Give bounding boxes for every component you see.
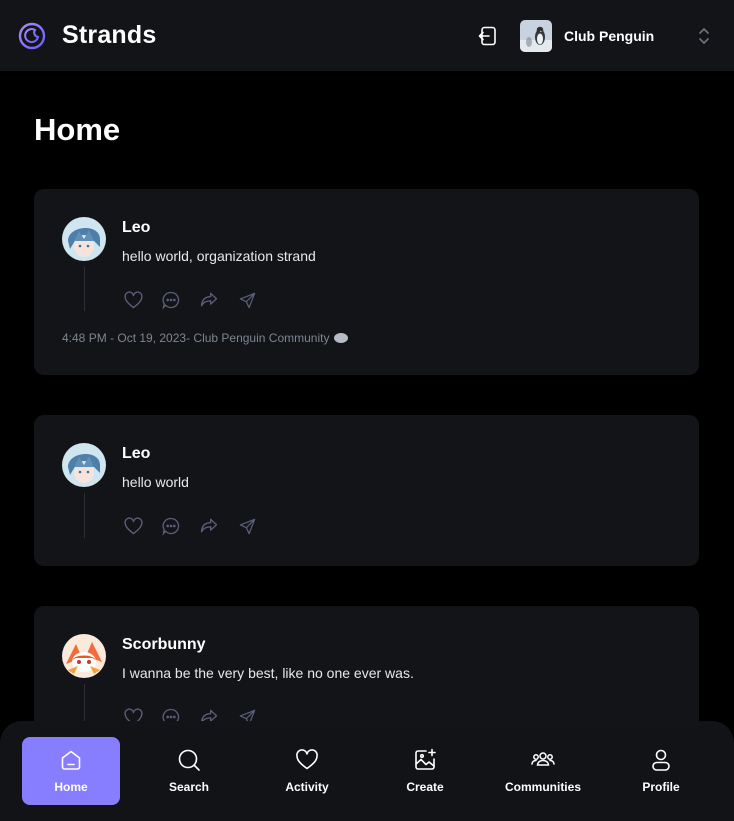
post-text: I wanna be the very best, like no one ev…: [122, 665, 414, 681]
chevron-updown-icon: [699, 27, 709, 44]
nav-item-communities[interactable]: Communities: [494, 737, 592, 805]
nav-item-create[interactable]: Create: [376, 737, 474, 805]
post-meta[interactable]: 4:48 PM - Oct 19, 2023- Club Penguin Com…: [62, 331, 671, 345]
post-author[interactable]: Leo: [122, 445, 671, 463]
nav-item-profile[interactable]: Profile: [612, 737, 710, 805]
logout-icon: [478, 26, 496, 45]
like-button[interactable]: [122, 515, 144, 537]
org-avatar: [520, 19, 552, 52]
repost-icon: [200, 292, 218, 307]
share-icon: [239, 518, 255, 534]
nav-label: Home: [54, 780, 88, 794]
reply-icon: [162, 517, 180, 536]
org-name: Club Penguin: [564, 27, 655, 44]
post-card: Leo hello world: [34, 415, 699, 566]
nav-label: Create: [406, 780, 444, 794]
reply-icon: [162, 291, 180, 310]
post-author[interactable]: Scorbunny: [122, 636, 671, 654]
nav-item-search[interactable]: Search: [140, 737, 238, 805]
profile-icon: [652, 749, 670, 771]
heart-icon: [296, 749, 318, 770]
nav-label: Profile: [642, 780, 680, 794]
app-name: Strands: [62, 21, 157, 49]
repost-button[interactable]: [198, 289, 220, 311]
author-avatar[interactable]: [62, 217, 106, 261]
post-actions: [122, 289, 671, 311]
organization-switcher[interactable]: Club Penguin: [520, 19, 716, 52]
page-title: Home: [34, 112, 121, 147]
home-icon: [61, 750, 81, 770]
post-card: Leo hello world, organization strand 4:4…: [34, 189, 699, 375]
nav-item-home[interactable]: Home: [22, 737, 120, 805]
nav-label: Activity: [285, 780, 329, 794]
thread-line: [83, 493, 85, 538]
thread-line: [83, 267, 85, 311]
search-icon: [178, 749, 200, 771]
post-text: hello world: [122, 474, 189, 490]
like-button[interactable]: [122, 289, 144, 311]
post-meta-text: 4:48 PM - Oct 19, 2023- Club Penguin Com…: [62, 331, 330, 345]
post-author[interactable]: Leo: [122, 219, 671, 237]
reply-button[interactable]: [160, 515, 182, 537]
logout-button[interactable]: [476, 24, 500, 48]
post-actions: [122, 515, 671, 537]
brand[interactable]: Strands: [18, 21, 156, 50]
share-icon: [239, 292, 255, 308]
post-text: hello world, organization strand: [122, 248, 316, 264]
community-badge-icon: [334, 333, 349, 343]
repost-icon: [200, 518, 218, 533]
share-button[interactable]: [236, 515, 258, 537]
repost-button[interactable]: [198, 515, 220, 537]
create-icon: [415, 748, 436, 770]
nav-item-activity[interactable]: Activity: [258, 737, 356, 805]
nav-label: Search: [168, 780, 210, 794]
strands-logo-icon: [18, 22, 46, 49]
feed: Leo hello world, organization strand 4:4…: [34, 189, 699, 797]
communities-icon: [531, 752, 555, 766]
share-button[interactable]: [236, 289, 258, 311]
nav-label: Communities: [504, 780, 581, 794]
bottom-nav: Home Search Activity Create Communities: [0, 721, 734, 821]
author-avatar[interactable]: [62, 443, 106, 487]
heart-icon: [123, 516, 143, 534]
author-avatar[interactable]: [62, 634, 106, 678]
heart-icon: [123, 290, 143, 308]
reply-button[interactable]: [160, 289, 182, 311]
topbar: Strands Club Penguin: [0, 0, 734, 71]
